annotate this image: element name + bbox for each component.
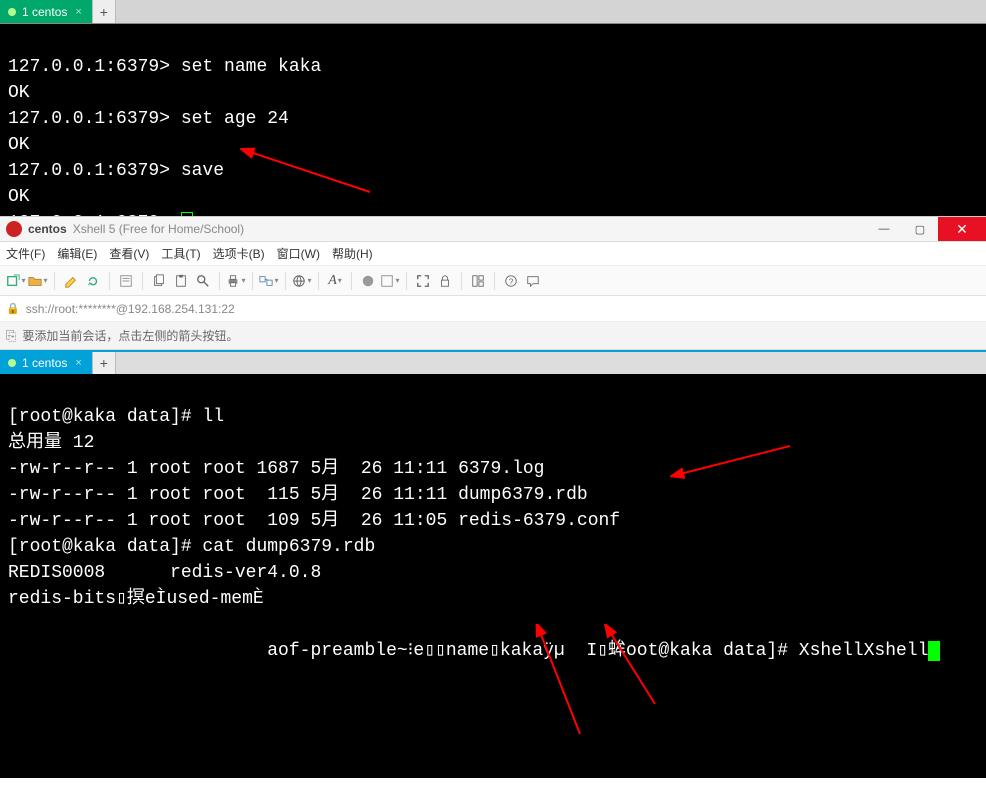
- term-line: 总用量 12: [8, 433, 94, 453]
- menu-tools[interactable]: 工具(T): [161, 245, 200, 262]
- font-icon[interactable]: A: [325, 271, 345, 291]
- term-line: aof-preamble~⁝e▯▯name▯kakaÿµ I▯蛑oot@kaka…: [8, 641, 928, 661]
- term-line: 127.0.0.1:6379> set age 24: [8, 109, 289, 129]
- cursor-icon: [928, 641, 940, 661]
- term-line: [root@kaka data]# cat dump6379.rdb: [8, 537, 375, 557]
- reconnect-icon[interactable]: [83, 271, 103, 291]
- term-line: 127.0.0.1:6379> set name kaka: [8, 57, 321, 77]
- minimize-button[interactable]: —: [866, 217, 902, 241]
- lock-icon[interactable]: [435, 271, 455, 291]
- hint-bar: ⎘ 要添加当前会话，点击左侧的箭头按钮。: [0, 322, 986, 350]
- maximize-button[interactable]: ▢: [902, 217, 938, 241]
- new-session-icon[interactable]: [6, 271, 26, 291]
- find-icon[interactable]: [193, 271, 213, 291]
- layout-icon[interactable]: [468, 271, 488, 291]
- bottom-terminal-tabbar: 1 centos × +: [0, 350, 986, 374]
- menubar: 文件(F) 编辑(E) 查看(V) 工具(T) 选项卡(B) 窗口(W) 帮助(…: [0, 242, 986, 266]
- term-line: OK: [8, 135, 30, 155]
- properties-icon[interactable]: [116, 271, 136, 291]
- xshell-app-icon: [6, 221, 22, 237]
- menu-tabs[interactable]: 选项卡(B): [213, 245, 265, 262]
- svg-text:?: ?: [509, 277, 514, 286]
- close-button[interactable]: ✕: [938, 217, 986, 241]
- close-icon[interactable]: ×: [73, 6, 83, 18]
- address-bar: 🔒 ssh://root:********@192.168.254.131:22: [0, 296, 986, 322]
- address-text[interactable]: ssh://root:********@192.168.254.131:22: [26, 302, 980, 316]
- window-title: centos: [28, 222, 67, 236]
- annotation-arrow-icon: [670, 436, 800, 486]
- fullscreen-icon[interactable]: [413, 271, 433, 291]
- tab-centos-bottom[interactable]: 1 centos ×: [0, 352, 92, 374]
- term-line: REDIS0008 redis-ver4.0.8: [8, 563, 321, 583]
- globe-icon[interactable]: [292, 271, 312, 291]
- transfer-icon[interactable]: [259, 271, 279, 291]
- term-line: 127.0.0.1:6379> save: [8, 161, 224, 181]
- tab-label: 1 centos: [22, 356, 67, 370]
- add-tab-button[interactable]: +: [92, 0, 116, 23]
- status-dot-icon: [8, 8, 16, 16]
- copy-icon[interactable]: [149, 271, 169, 291]
- term-line: OK: [8, 187, 30, 207]
- arrow-right-icon[interactable]: ⎘: [6, 328, 16, 344]
- toolbar: A ?: [0, 266, 986, 296]
- shell-terminal[interactable]: [root@kaka data]# ll 总用量 12 -rw-r--r-- 1…: [0, 374, 986, 778]
- redis-terminal[interactable]: 127.0.0.1:6379> set name kaka OK 127.0.0…: [0, 24, 986, 216]
- term-line: -rw-r--r-- 1 root root 1687 5月 26 11:11 …: [8, 459, 544, 479]
- menu-view[interactable]: 查看(V): [109, 245, 149, 262]
- window-subtitle: Xshell 5 (Free for Home/School): [73, 222, 244, 236]
- top-terminal-tabbar: 1 centos × +: [0, 0, 986, 24]
- term-line: OK: [8, 83, 30, 103]
- menu-edit[interactable]: 编辑(E): [57, 245, 97, 262]
- script-dropdown-icon[interactable]: [380, 271, 400, 291]
- add-tab-button[interactable]: +: [92, 352, 116, 374]
- print-icon[interactable]: [226, 271, 246, 291]
- term-line: -rw-r--r-- 1 root root 109 5月 26 11:05 r…: [8, 511, 620, 531]
- highlighter-icon[interactable]: [61, 271, 81, 291]
- menu-help[interactable]: 帮助(H): [332, 245, 373, 262]
- tab-centos-top[interactable]: 1 centos ×: [0, 0, 92, 23]
- close-icon[interactable]: ×: [73, 357, 83, 369]
- term-line: -rw-r--r-- 1 root root 115 5月 26 11:11 d…: [8, 485, 588, 505]
- script-icon[interactable]: [358, 271, 378, 291]
- hint-text: 要添加当前会话，点击左侧的箭头按钮。: [22, 327, 238, 344]
- term-line: [root@kaka data]# ll: [8, 407, 224, 427]
- lock-small-icon: 🔒: [6, 302, 20, 315]
- status-dot-icon: [8, 359, 16, 367]
- menu-window[interactable]: 窗口(W): [277, 245, 320, 262]
- open-folder-icon[interactable]: [28, 271, 48, 291]
- tab-label: 1 centos: [22, 5, 67, 19]
- paste-icon[interactable]: [171, 271, 191, 291]
- menu-file[interactable]: 文件(F): [6, 245, 45, 262]
- annotation-arrow-icon: [595, 624, 675, 714]
- term-line: redis-bits▯㨠eÌused-memÈ: [8, 589, 264, 609]
- help-icon[interactable]: ?: [501, 271, 521, 291]
- xshell-titlebar: centos Xshell 5 (Free for Home/School) —…: [0, 216, 986, 242]
- annotation-arrow-icon: [240, 142, 380, 202]
- chat-icon[interactable]: [523, 271, 543, 291]
